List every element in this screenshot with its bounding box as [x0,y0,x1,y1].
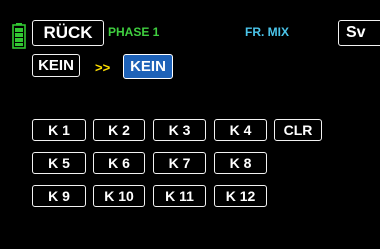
channel-k10-button[interactable]: K 10 [93,185,145,207]
phase-label: PHASE 1 [108,25,160,39]
channel-k9-button[interactable]: K 9 [32,185,86,207]
channel-k11-button[interactable]: K 11 [153,185,206,207]
channel-k12-button[interactable]: K 12 [214,185,267,207]
channel-k5-button[interactable]: K 5 [32,152,86,174]
mix-destination-button[interactable]: KEIN [123,54,173,79]
back-button[interactable]: RÜCK [32,20,104,46]
sv-button[interactable]: Sv [338,20,380,46]
channel-k3-button[interactable]: K 3 [153,119,206,141]
channel-k4-button[interactable]: K 4 [214,119,267,141]
clear-button[interactable]: CLR [274,119,322,141]
battery-icon [12,23,26,49]
channel-k7-button[interactable]: K 7 [153,152,206,174]
channel-k2-button[interactable]: K 2 [93,119,145,141]
channel-k8-button[interactable]: K 8 [214,152,267,174]
channel-k1-button[interactable]: K 1 [32,119,86,141]
page-title: FR. MIX [245,25,289,39]
mix-source-button[interactable]: KEIN [32,54,80,77]
channel-k6-button[interactable]: K 6 [93,152,145,174]
mix-direction-arrow: >> [95,60,111,75]
